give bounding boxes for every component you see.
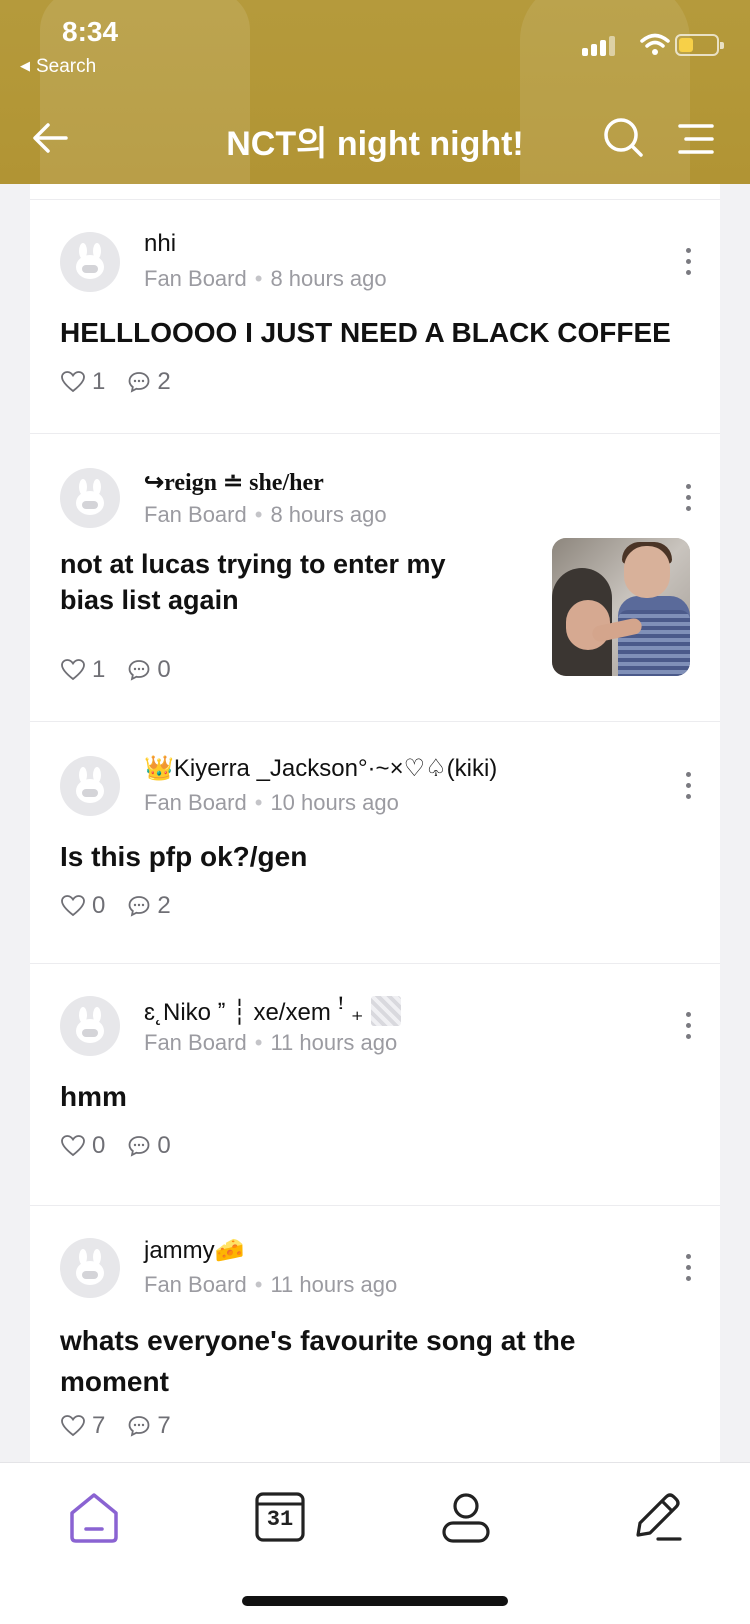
like-count: 1 <box>92 368 106 395</box>
avatar[interactable] <box>60 232 120 292</box>
back-to-search-label: Search <box>36 56 97 77</box>
bunny-avatar-icon <box>76 767 104 803</box>
signal-icon <box>600 40 606 56</box>
post-card[interactable]: jammy🧀 Fan Board • 11 hours ago whats ever… <box>30 1206 720 1462</box>
app-header: 8:34 ◀ Search NCT의 night night! <box>0 0 750 184</box>
post-card[interactable]: ↪reign ≐ she/her Fan Board • 8 hours ago n… <box>30 434 720 722</box>
post-time: 11 hours ago <box>270 1030 398 1055</box>
back-triangle-icon: ◀ <box>20 58 30 73</box>
post-stats: 0 2 <box>60 892 193 920</box>
bunny-avatar-icon <box>76 1249 104 1285</box>
post-meta: Fan Board • 10 hours ago <box>144 790 399 815</box>
heart-icon[interactable] <box>60 1414 86 1438</box>
wifi-icon <box>640 33 670 55</box>
post-author[interactable]: nhi <box>144 230 176 258</box>
post-title[interactable]: HELLLOOOO I JUST NEED A BLACK COFFEE <box>60 314 671 352</box>
post-board[interactable]: Fan Board <box>144 502 247 527</box>
bunny-avatar-icon <box>76 479 104 515</box>
post-author[interactable]: jammy🧀 <box>144 1236 245 1265</box>
like-count: 1 <box>92 656 106 683</box>
compose-tab-icon[interactable] <box>628 1489 684 1545</box>
menu-icon[interactable] <box>676 122 716 156</box>
heart-icon[interactable] <box>60 370 86 394</box>
comment-icon[interactable] <box>127 370 151 394</box>
signal-icon <box>591 44 597 56</box>
post-stats: 1 2 <box>60 368 193 396</box>
comment-icon[interactable] <box>127 1134 151 1158</box>
calendar-day-label: 31 <box>266 1507 294 1532</box>
post-title[interactable]: Is this pfp ok?/gen <box>60 838 307 876</box>
post-title[interactable]: not at lucas trying to enter my bias lis… <box>60 546 500 618</box>
post-author-name: ɛ˛Niko ˮ ┆ xe/xem ꜝ ₊ <box>144 999 364 1026</box>
like-count: 7 <box>92 1412 106 1439</box>
like-count: 0 <box>92 892 106 919</box>
like-count: 0 <box>92 1132 106 1159</box>
post-stats: 0 0 <box>60 1132 193 1160</box>
more-options-icon[interactable] <box>684 484 692 514</box>
bunny-avatar-icon <box>76 243 104 279</box>
heart-icon[interactable] <box>60 1134 86 1158</box>
post-image-thumbnail[interactable] <box>552 538 690 676</box>
more-options-icon[interactable] <box>684 772 692 802</box>
home-indicator[interactable] <box>242 1596 508 1606</box>
comment-count: 7 <box>157 1412 171 1439</box>
status-time: 8:34 <box>62 16 119 47</box>
comment-icon[interactable] <box>127 894 151 918</box>
search-icon[interactable] <box>602 116 644 158</box>
post-time: 11 hours ago <box>270 1272 398 1297</box>
avatar[interactable] <box>60 756 120 816</box>
heart-icon[interactable] <box>60 658 86 682</box>
more-options-icon[interactable] <box>684 248 692 278</box>
comment-icon[interactable] <box>127 658 151 682</box>
comment-count: 2 <box>157 368 171 395</box>
post-time: 8 hours ago <box>270 502 387 527</box>
post-author[interactable]: ɛ˛Niko ˮ ┆ xe/xem ꜝ ₊ <box>144 996 402 1027</box>
post-card[interactable]: ɛ˛Niko ˮ ┆ xe/xem ꜝ ₊ Fan Board • 11 hours… <box>30 964 720 1206</box>
profile-tab-icon[interactable] <box>438 1489 494 1545</box>
more-options-icon[interactable] <box>684 1012 692 1042</box>
post-title[interactable]: hmm <box>60 1078 127 1116</box>
post-author[interactable]: 👑Kiyerra _Jackson°·~×♡♤(kiki) <box>144 754 497 783</box>
post-board[interactable]: Fan Board <box>144 790 247 815</box>
battery-icon <box>675 34 724 56</box>
post-stats: 1 0 <box>60 656 193 684</box>
home-tab-icon[interactable] <box>66 1489 122 1545</box>
bunny-avatar-icon <box>76 1007 104 1043</box>
avatar[interactable] <box>60 1238 120 1298</box>
heart-icon[interactable] <box>60 894 86 918</box>
comment-icon[interactable] <box>127 1414 151 1438</box>
status-icons <box>582 32 724 60</box>
post-meta: Fan Board • 8 hours ago <box>144 266 387 291</box>
post-meta: Fan Board • 11 hours ago <box>144 1272 398 1297</box>
post-board[interactable]: Fan Board <box>144 266 247 291</box>
comment-count: 2 <box>157 892 171 919</box>
avatar[interactable] <box>60 468 120 528</box>
post-meta: Fan Board • 8 hours ago <box>144 502 387 527</box>
signal-icon <box>582 48 588 56</box>
signal-icon <box>609 36 615 56</box>
post-feed[interactable]: nhi Fan Board • 8 hours ago HELLLOOOO I JU… <box>30 184 720 1462</box>
comment-count: 0 <box>157 656 171 683</box>
post-board[interactable]: Fan Board <box>144 1030 247 1055</box>
author-sticker-icon <box>371 996 402 1026</box>
post-meta: Fan Board • 11 hours ago <box>144 1030 398 1055</box>
post-time: 8 hours ago <box>270 266 387 291</box>
more-options-icon[interactable] <box>684 1254 692 1284</box>
post-stats: 7 7 <box>60 1412 193 1440</box>
post-author[interactable]: ↪reign ≐ she/her <box>144 468 324 497</box>
post-card[interactable]: 👑Kiyerra _Jackson°·~×♡♤(kiki) Fan Board •… <box>30 722 720 964</box>
post-time: 10 hours ago <box>270 790 399 815</box>
post-board[interactable]: Fan Board <box>144 1272 247 1297</box>
calendar-tab-icon[interactable]: 31 <box>252 1489 308 1545</box>
back-to-search-link[interactable]: ◀ Search <box>20 56 96 78</box>
avatar[interactable] <box>60 996 120 1056</box>
post-title[interactable]: whats everyone's favourite song at the m… <box>60 1320 650 1402</box>
comment-count: 0 <box>157 1132 171 1159</box>
previous-post-edge <box>30 184 720 200</box>
post-card[interactable]: nhi Fan Board • 8 hours ago HELLLOOOO I JU… <box>30 200 720 434</box>
